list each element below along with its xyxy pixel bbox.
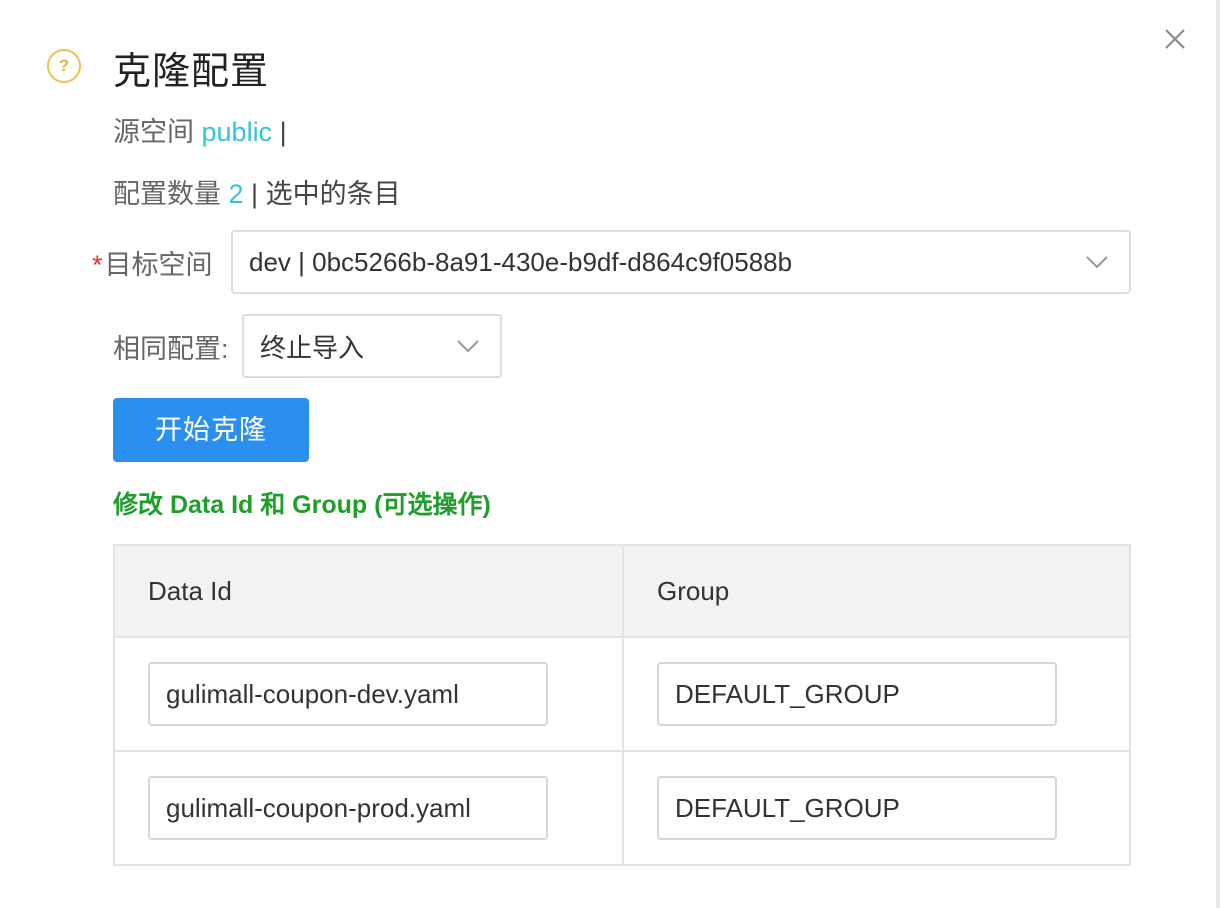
same-config-label: 相同配置: — [113, 334, 229, 364]
data-id-cell — [115, 638, 622, 750]
dialog-title: 克隆配置 — [113, 51, 270, 93]
group-input[interactable] — [657, 776, 1057, 840]
source-value: public — [201, 117, 273, 147]
same-config-select[interactable]: 终止导入 — [242, 314, 502, 378]
start-clone-button[interactable]: 开始克隆 — [113, 398, 309, 462]
chevron-down-icon — [1086, 256, 1108, 269]
target-label-text: 目标空间 — [104, 250, 213, 280]
header-group: Group — [622, 546, 1129, 636]
close-icon[interactable] — [1160, 24, 1190, 54]
table-row — [115, 638, 1129, 752]
config-table: Data Id Group — [113, 544, 1131, 866]
data-id-input[interactable] — [148, 662, 548, 726]
group-cell — [622, 638, 1129, 750]
group-input[interactable] — [657, 662, 1057, 726]
table-row — [115, 752, 1129, 864]
source-label: 源空间 — [113, 117, 194, 147]
same-select-value: 终止导入 — [260, 332, 365, 363]
data-id-input[interactable] — [148, 776, 548, 840]
target-select-value: dev | 0bc5266b-8a91-430e-b9df-d864c9f058… — [249, 246, 793, 277]
required-mark: * — [92, 250, 103, 280]
table-header-row: Data Id Group — [115, 546, 1129, 638]
question-circle-icon: ? — [47, 49, 81, 83]
data-id-cell — [115, 752, 622, 864]
config-count-line: 配置数量 2 | 选中的条目 — [113, 172, 401, 211]
chevron-down-icon — [457, 340, 479, 353]
count-value: 2 — [228, 179, 244, 209]
source-separator: | — [272, 117, 287, 147]
count-label: 配置数量 — [113, 179, 221, 209]
target-namespace-select[interactable]: dev | 0bc5266b-8a91-430e-b9df-d864c9f058… — [231, 230, 1131, 294]
background-edge — [1216, 0, 1220, 908]
target-namespace-label: *目标空间 — [92, 243, 213, 282]
count-suffix: | 选中的条目 — [243, 179, 401, 209]
group-cell — [622, 752, 1129, 864]
modify-heading: 修改 Data Id 和 Group (可选操作) — [113, 491, 491, 519]
header-data-id: Data Id — [148, 575, 232, 606]
clone-config-dialog: ? 克隆配置 源空间 public | 配置数量 2 | 选中的条目 *目标空间… — [0, 0, 1216, 908]
source-namespace-line: 源空间 public | — [113, 110, 287, 149]
